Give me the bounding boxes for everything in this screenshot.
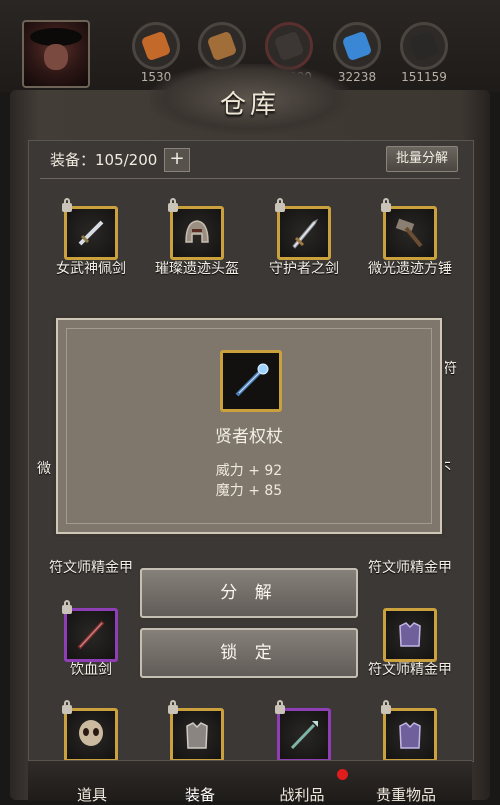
lock-icon: [62, 700, 72, 714]
item-slot-valkyrie-sword[interactable]: [62, 198, 118, 260]
lock-icon: [168, 198, 178, 212]
lock-icon: [275, 700, 285, 714]
item-slot-helmet[interactable]: [168, 198, 224, 260]
lock-icon: [275, 198, 285, 212]
notification-dot: [337, 769, 348, 780]
lock-icon: [62, 198, 72, 212]
equipment-count: 装备：105/200: [50, 151, 158, 169]
hammer-icon: [395, 218, 423, 248]
scepter-icon: [235, 363, 269, 397]
decompose-button[interactable]: 分 解: [140, 568, 358, 618]
tab-loot[interactable]: 战利品: [252, 784, 352, 805]
item-name: 守护者之剑: [269, 261, 339, 277]
lock-icon: [381, 700, 391, 714]
sword-icon: [292, 218, 319, 249]
item-name: 饮血剑: [70, 662, 112, 678]
stat-power: 威力 + 92: [215, 463, 283, 479]
item-slot-rune-armor-2[interactable]: [381, 700, 437, 762]
resource-slot-1[interactable]: [132, 22, 180, 70]
resource-slot-3[interactable]: [265, 22, 313, 70]
item-name: 璀璨遗迹头盔: [155, 261, 239, 277]
item-slot-bloodthirst-sword[interactable]: [62, 600, 118, 662]
lock-item-button[interactable]: 锁 定: [140, 628, 358, 678]
popup-item-name: 贤者权杖: [215, 427, 283, 447]
resource-slot-2[interactable]: [198, 22, 246, 70]
item-slot-spear[interactable]: [275, 700, 331, 762]
item-name: 女武神佩剑: [56, 261, 126, 277]
lock-icon: [62, 600, 72, 614]
player-avatar[interactable]: [22, 20, 90, 88]
item-slot-rune-armor[interactable]: [383, 608, 437, 662]
stat-magic: 魔力 + 85: [215, 483, 283, 499]
resource-slot-5[interactable]: [400, 22, 448, 70]
tab-equipment[interactable]: 装备: [150, 784, 250, 805]
skull-icon: [79, 720, 103, 746]
item-name: 符文师精金甲: [368, 662, 452, 678]
orange-scroll-icon: [140, 30, 172, 62]
tab-items[interactable]: 道具: [42, 784, 142, 805]
resource-slot-4[interactable]: [333, 22, 381, 70]
avatar-face: [44, 44, 68, 70]
spear-icon: [290, 721, 318, 750]
item-slot-guardian-sword[interactable]: [275, 198, 331, 260]
armor-icon: [399, 722, 421, 749]
expand-capacity-button[interactable]: +: [164, 148, 190, 172]
black-ore-icon: [408, 30, 440, 62]
batch-decompose-button[interactable]: 批量分解: [386, 146, 458, 172]
item-name: 符文师精金甲: [368, 560, 452, 576]
helmet-icon: [185, 220, 209, 243]
sword-icon: [78, 220, 104, 246]
resource-value-5: 151159: [401, 70, 447, 84]
item-name: 微光遗迹方锤: [368, 261, 452, 277]
popup-item-slot: [220, 350, 282, 412]
tab-valuables[interactable]: 贵重物品: [356, 784, 456, 805]
sword-icon: [77, 620, 105, 650]
item-slot-hammer[interactable]: [381, 198, 437, 260]
lock-icon: [168, 700, 178, 714]
lock-icon: [381, 198, 391, 212]
dark-ore-icon: [273, 30, 305, 62]
item-slot-plate-armor[interactable]: [168, 700, 224, 762]
item-name: 符文师精金甲: [49, 560, 133, 576]
blue-crystal-icon: [341, 30, 373, 62]
divider: [40, 178, 460, 179]
brown-bundle-icon: [206, 30, 238, 62]
armor-icon: [186, 722, 208, 749]
item-detail-popup: 贤者权杖 威力 + 92 魔力 + 85: [56, 318, 442, 534]
armor-icon: [399, 622, 421, 647]
warehouse-title: 仓库: [219, 90, 280, 120]
item-slot-skull-mask[interactable]: [62, 700, 118, 762]
